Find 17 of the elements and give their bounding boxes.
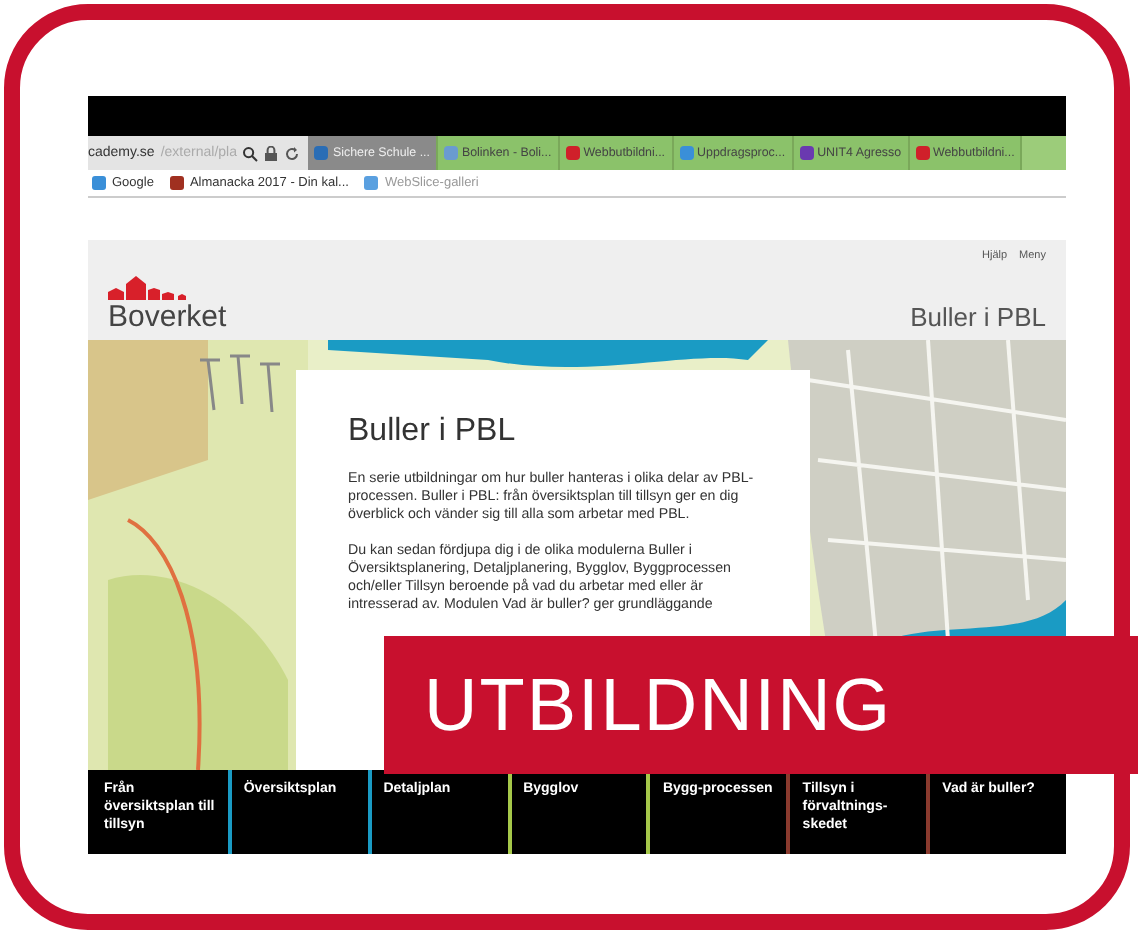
page-icon <box>679 146 694 160</box>
houses-logo-icon <box>108 272 188 300</box>
logo-text[interactable]: Boverket <box>108 300 227 334</box>
lock-icon <box>264 145 279 161</box>
favicon-icon <box>169 176 184 190</box>
page-icon <box>565 146 580 160</box>
page-icon <box>915 146 930 160</box>
favicon-icon <box>364 176 379 190</box>
search-icon[interactable] <box>242 145 259 161</box>
page-icon <box>443 146 458 160</box>
banner-label: UTBILDNING <box>384 636 1138 774</box>
page-icon <box>799 146 814 160</box>
favicon-icon <box>92 176 106 190</box>
page-icon <box>314 146 329 160</box>
card-title: Buller i PBL <box>348 414 518 450</box>
refresh-icon[interactable] <box>284 145 301 161</box>
section-title: Buller i PBL <box>910 302 1046 332</box>
